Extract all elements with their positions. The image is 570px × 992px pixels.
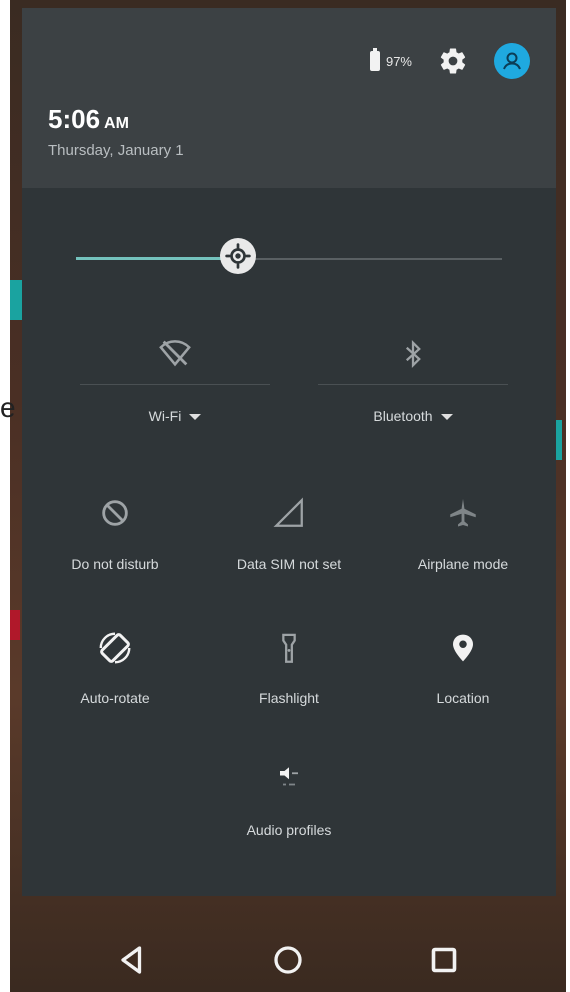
dropdown-caret-icon[interactable]	[189, 414, 202, 421]
tile-divider	[80, 384, 270, 385]
dropdown-caret-icon[interactable]	[440, 414, 453, 421]
tile-label: Flashlight	[259, 690, 319, 706]
status-row: 97%	[369, 43, 530, 79]
date[interactable]: Thursday, January 1	[48, 142, 184, 159]
clock-time: 5:06	[48, 104, 101, 134]
tile-label: Airplane mode	[417, 556, 509, 572]
quick-settings-panel: Wi-Fi Bluetooth Do not disturb Data SIM …	[22, 188, 556, 896]
tile-label: Location	[436, 690, 490, 706]
airplane-icon	[446, 496, 480, 535]
tile-bluetooth[interactable]: Bluetooth	[318, 316, 508, 426]
audio-profile-icon	[269, 762, 309, 803]
battery-percent: 97%	[385, 53, 412, 69]
home-icon[interactable]	[270, 942, 306, 983]
bluetooth-icon	[398, 336, 428, 377]
brightness-fill	[76, 257, 238, 260]
tile-flashlight[interactable]: Flashlight	[200, 630, 378, 730]
tile-airplane-mode[interactable]: Airplane mode	[374, 496, 552, 596]
notification-header: 97% 5:06 AM Thursday, January 1	[22, 8, 556, 188]
rotate-icon	[97, 630, 133, 671]
brightness-thumb[interactable]	[219, 238, 256, 274]
tile-do-not-disturb[interactable]: Do not disturb	[26, 496, 204, 596]
clock-ampm: AM	[104, 115, 129, 132]
tile-label: Bluetooth	[373, 408, 433, 424]
battery-icon	[369, 48, 380, 71]
battery-indicator: 97%	[369, 48, 412, 71]
flashlight-icon	[272, 630, 306, 673]
user-avatar-icon[interactable]	[494, 43, 530, 79]
tile-label: Auto-rotate	[80, 690, 150, 706]
tile-label: Wi-Fi	[148, 408, 182, 424]
back-icon[interactable]	[114, 942, 150, 983]
signal-icon	[272, 496, 306, 535]
wallpaper-accent	[10, 280, 22, 320]
brightness-slider[interactable]	[76, 238, 502, 274]
tile-auto-rotate[interactable]: Auto-rotate	[26, 630, 204, 730]
tile-location[interactable]: Location	[374, 630, 552, 730]
dnd-icon	[98, 496, 132, 535]
navigation-bar	[22, 930, 556, 992]
tile-audio-profiles[interactable]: Audio profiles	[200, 762, 378, 862]
tile-label: Data SIM not set	[236, 556, 342, 572]
tile-label: Audio profiles	[246, 822, 332, 838]
wifi-off-icon	[156, 336, 194, 375]
brightness-icon	[225, 243, 251, 269]
tile-data-sim[interactable]: Data SIM not set	[200, 496, 378, 596]
gear-icon[interactable]	[438, 46, 468, 76]
tile-wifi[interactable]: Wi-Fi	[80, 316, 270, 426]
clock[interactable]: 5:06 AM	[48, 104, 129, 135]
edge-text: e	[0, 392, 16, 423]
location-icon	[447, 630, 479, 671]
tile-label: Do not disturb	[71, 556, 159, 572]
wallpaper-accent	[10, 610, 20, 640]
tile-divider	[318, 384, 508, 385]
recents-icon[interactable]	[426, 942, 462, 983]
